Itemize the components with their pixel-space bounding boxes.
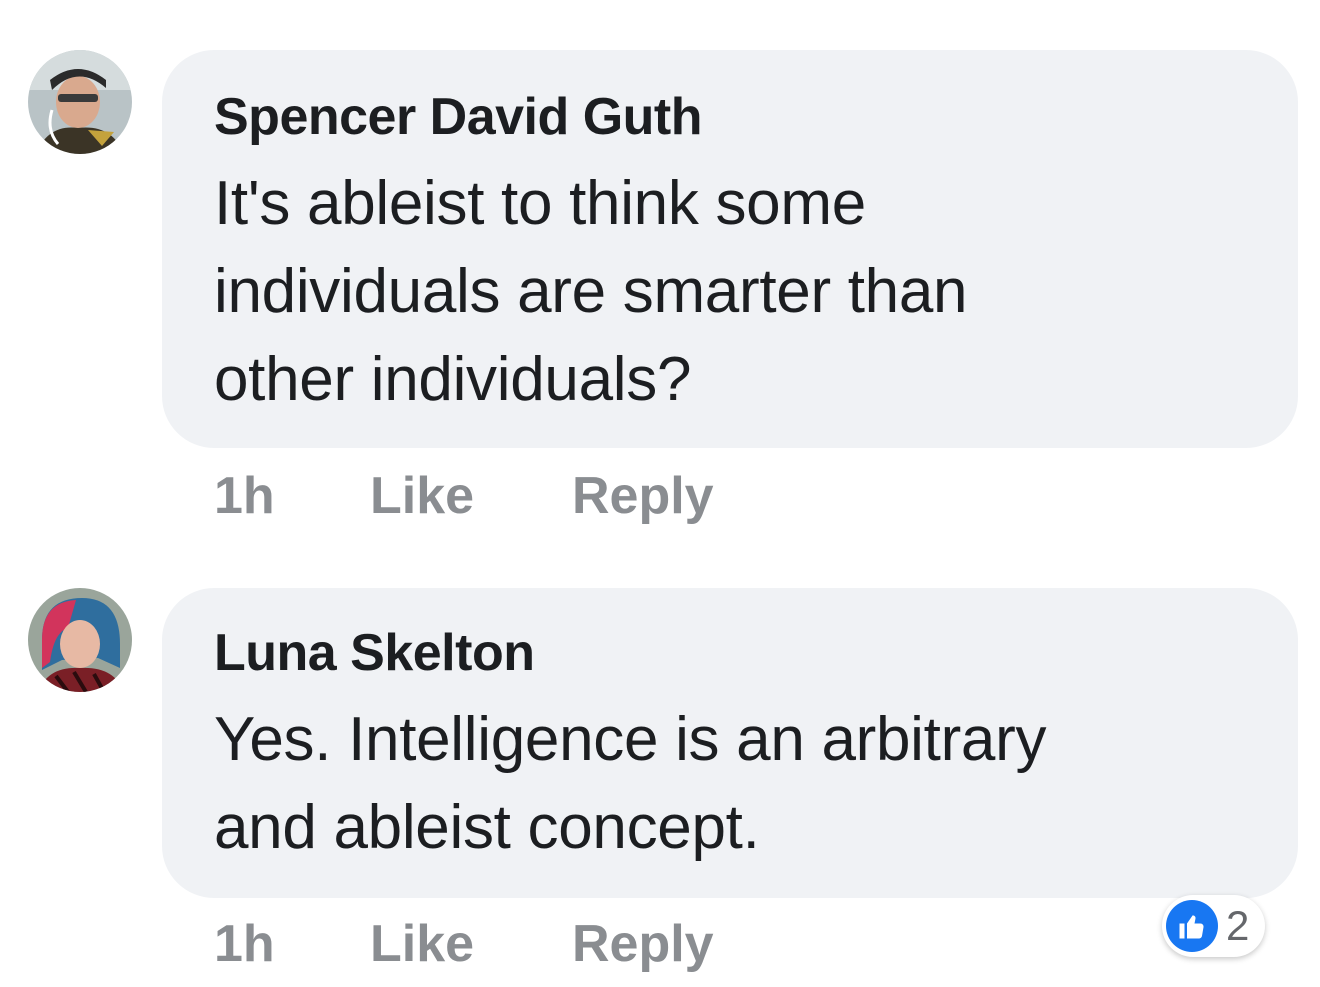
comment-timestamp[interactable]: 1h — [214, 466, 370, 526]
comment-text: and ableist concept. — [214, 793, 760, 862]
like-button[interactable]: Like — [370, 914, 572, 974]
comment-text: individuals are smarter than — [214, 257, 968, 326]
thumbs-up-icon — [1166, 900, 1218, 952]
comment-bubble: Luna Skelton Yes. Intelligence is an arb… — [162, 588, 1298, 898]
comment-text: It's ableist to think some — [214, 169, 866, 238]
comment-thread: Spencer David Guth It's ableist to think… — [0, 0, 1320, 987]
reply-button[interactable]: Reply — [572, 466, 714, 526]
comment-actions: 1h Like Reply — [214, 466, 714, 526]
like-button[interactable]: Like — [370, 466, 572, 526]
reply-button[interactable]: Reply — [572, 914, 714, 974]
comment-text: other individuals? — [214, 345, 692, 414]
profile-photo-icon — [28, 588, 132, 692]
comment-author[interactable]: Luna Skelton — [214, 624, 1258, 682]
avatar[interactable] — [28, 50, 132, 154]
comment-bubble: Spencer David Guth It's ableist to think… — [162, 50, 1298, 448]
avatar[interactable] — [28, 588, 132, 692]
comment-actions: 1h Like Reply — [214, 914, 714, 974]
comment-author[interactable]: Spencer David Guth — [214, 88, 1258, 146]
comment-text: Yes. Intelligence is an arbitrary — [214, 705, 1047, 774]
reaction-summary[interactable]: 2 — [1162, 895, 1266, 957]
reaction-count: 2 — [1226, 902, 1250, 949]
comment-timestamp[interactable]: 1h — [214, 914, 370, 974]
profile-photo-icon — [28, 50, 132, 154]
